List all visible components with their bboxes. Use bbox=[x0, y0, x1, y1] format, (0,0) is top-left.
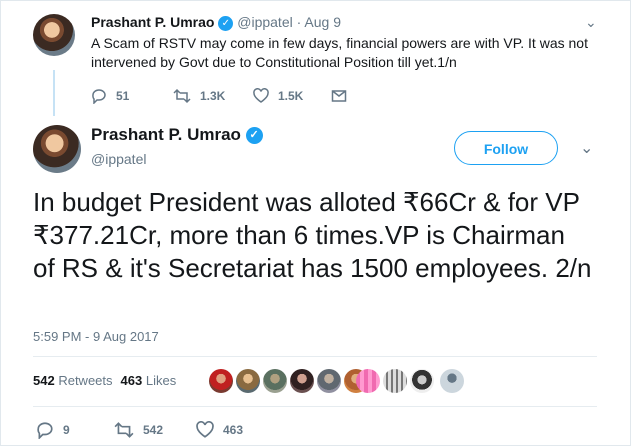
reply-count: 51 bbox=[116, 89, 130, 103]
reply-count: 9 bbox=[63, 423, 70, 437]
follow-button[interactable]: Follow bbox=[454, 131, 558, 165]
reply-icon bbox=[92, 89, 106, 104]
tweet-timestamp[interactable]: 5:59 PM - 9 Aug 2017 bbox=[33, 329, 159, 344]
retweet-button[interactable]: 1.3K bbox=[173, 88, 225, 104]
retweets-label: Retweets bbox=[58, 373, 113, 388]
dm-button[interactable] bbox=[331, 88, 356, 104]
verified-icon: ✓ bbox=[218, 15, 234, 31]
verified-icon: ✓ bbox=[245, 127, 263, 145]
avatar[interactable] bbox=[33, 14, 75, 56]
like-button[interactable]: 1.5K bbox=[253, 88, 303, 104]
tweet1-header: Prashant P. Umrao ✓ @ippatel · Aug 9 bbox=[91, 14, 341, 31]
like-count: 463 bbox=[223, 423, 244, 437]
retweets-stat[interactable]: 542 Retweets bbox=[33, 373, 113, 388]
like-icon bbox=[253, 88, 269, 103]
like-icon bbox=[196, 421, 214, 438]
user-handle[interactable]: @ippatel bbox=[91, 151, 146, 167]
dm-icon bbox=[331, 90, 347, 102]
user-name[interactable]: Prashant P. Umrao bbox=[91, 14, 214, 30]
separator-dot: · bbox=[296, 14, 302, 30]
retweets-number: 542 bbox=[33, 373, 55, 388]
avatar[interactable] bbox=[236, 369, 260, 393]
retweet-count: 1.3K bbox=[200, 89, 226, 103]
likes-label: Likes bbox=[145, 373, 177, 388]
divider bbox=[33, 406, 597, 407]
retweet-icon bbox=[173, 88, 191, 104]
tweet2-text: In budget President was alloted ₹66Cr & … bbox=[33, 187, 592, 283]
avatar[interactable] bbox=[263, 369, 287, 393]
engagement-stats: 542 Retweets 463 Likes bbox=[33, 373, 176, 388]
user-handle[interactable]: @ippatel bbox=[237, 14, 292, 30]
likes-stat[interactable]: 463 Likes bbox=[121, 373, 177, 388]
tweet-date[interactable]: Aug 9 bbox=[304, 14, 341, 30]
caret-down-icon[interactable]: ⌄ bbox=[585, 14, 597, 31]
avatar[interactable] bbox=[410, 369, 434, 393]
avatar[interactable] bbox=[33, 125, 81, 173]
reply-button[interactable]: 51 bbox=[91, 88, 129, 104]
reply-icon bbox=[37, 422, 53, 439]
avatar[interactable] bbox=[317, 369, 341, 393]
like-button[interactable]: 463 bbox=[196, 421, 243, 439]
user-name[interactable]: Prashant P. Umrao bbox=[91, 125, 241, 144]
tweet2-user: Prashant P. Umrao ✓ bbox=[91, 125, 263, 145]
caret-down-icon[interactable]: ⌄ bbox=[580, 138, 593, 158]
reply-button[interactable]: 9 bbox=[36, 421, 70, 439]
avatar[interactable] bbox=[383, 369, 407, 393]
avatar[interactable] bbox=[440, 369, 464, 393]
likes-number: 463 bbox=[120, 373, 143, 388]
avatar[interactable] bbox=[290, 369, 314, 393]
tweet1-text: A Scam of RSTV may come in few days, fin… bbox=[91, 35, 588, 70]
retweet-icon bbox=[114, 422, 134, 438]
divider bbox=[33, 356, 597, 357]
like-count: 1.5K bbox=[278, 89, 304, 103]
retweet-count: 542 bbox=[143, 423, 164, 437]
thread-line bbox=[53, 70, 55, 116]
retweet-button[interactable]: 542 bbox=[114, 421, 163, 439]
avatar[interactable] bbox=[209, 369, 233, 393]
avatar[interactable] bbox=[356, 369, 380, 393]
